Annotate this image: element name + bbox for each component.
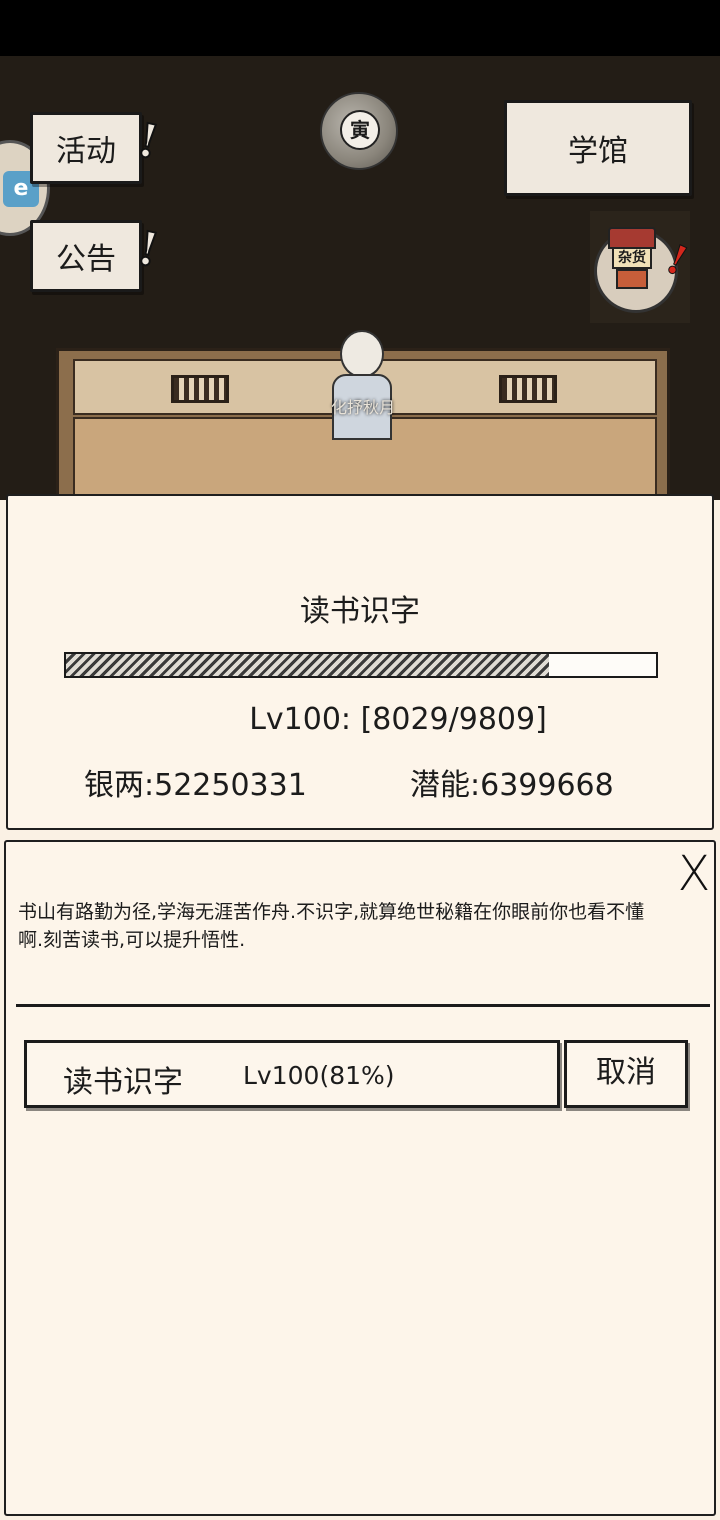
skill-row-name: 读书识字 xyxy=(63,1065,183,1100)
building-window-left xyxy=(171,375,229,403)
status-bar xyxy=(0,0,720,56)
shop-sign: 杂货 xyxy=(612,247,652,269)
notice-button[interactable]: 公告 xyxy=(30,220,142,292)
skill-detail-panel: X 书山有路勤为径,学海无涯苦作舟.不识字,就算绝世秘籍在你眼前你也看不懂啊.刻… xyxy=(4,840,716,1516)
activity-label: 活动 xyxy=(56,134,116,169)
building-window-right xyxy=(499,375,557,403)
academy-label: 学馆 xyxy=(568,134,628,169)
skill-progress-fill xyxy=(66,654,549,676)
npc-head xyxy=(340,330,384,378)
skill-description: 书山有路勤为径,学海无涯苦作舟.不识字,就算绝世秘籍在你眼前你也看不懂啊.刻苦读… xyxy=(18,901,645,951)
npc-name: 化抒秋月 xyxy=(330,398,395,417)
cancel-button[interactable]: 取消 xyxy=(564,1040,688,1108)
skill-status-panel: 读书识字 Lv100: [8029/9809] 银两:52250331 潜能:6… xyxy=(6,494,714,830)
divider xyxy=(16,1004,710,1007)
skill-level-text: Lv100: [8029/9809] xyxy=(249,702,547,737)
skill-study-button[interactable]: 读书识字 Lv100(81%) xyxy=(24,1040,560,1108)
shop-button[interactable]: 杂货 ! xyxy=(590,211,695,323)
shop-roof xyxy=(608,227,656,249)
potential-text: 潜能:6399668 xyxy=(410,768,614,803)
skill-row-level: Lv100(81%) xyxy=(243,1061,395,1090)
moon-time-icon[interactable]: 寅 xyxy=(320,92,398,170)
money-text: 银两:52250331 xyxy=(84,768,307,803)
skill-progress-bar xyxy=(64,652,658,678)
shop-door xyxy=(616,269,648,289)
close-icon[interactable]: X xyxy=(670,846,718,902)
academy-button[interactable]: 学馆 xyxy=(504,100,692,196)
skill-title: 读书识字 xyxy=(300,594,420,629)
notice-label: 公告 xyxy=(56,242,116,277)
teacher-npc[interactable] xyxy=(328,328,396,440)
activity-button[interactable]: 活动 xyxy=(30,112,142,184)
